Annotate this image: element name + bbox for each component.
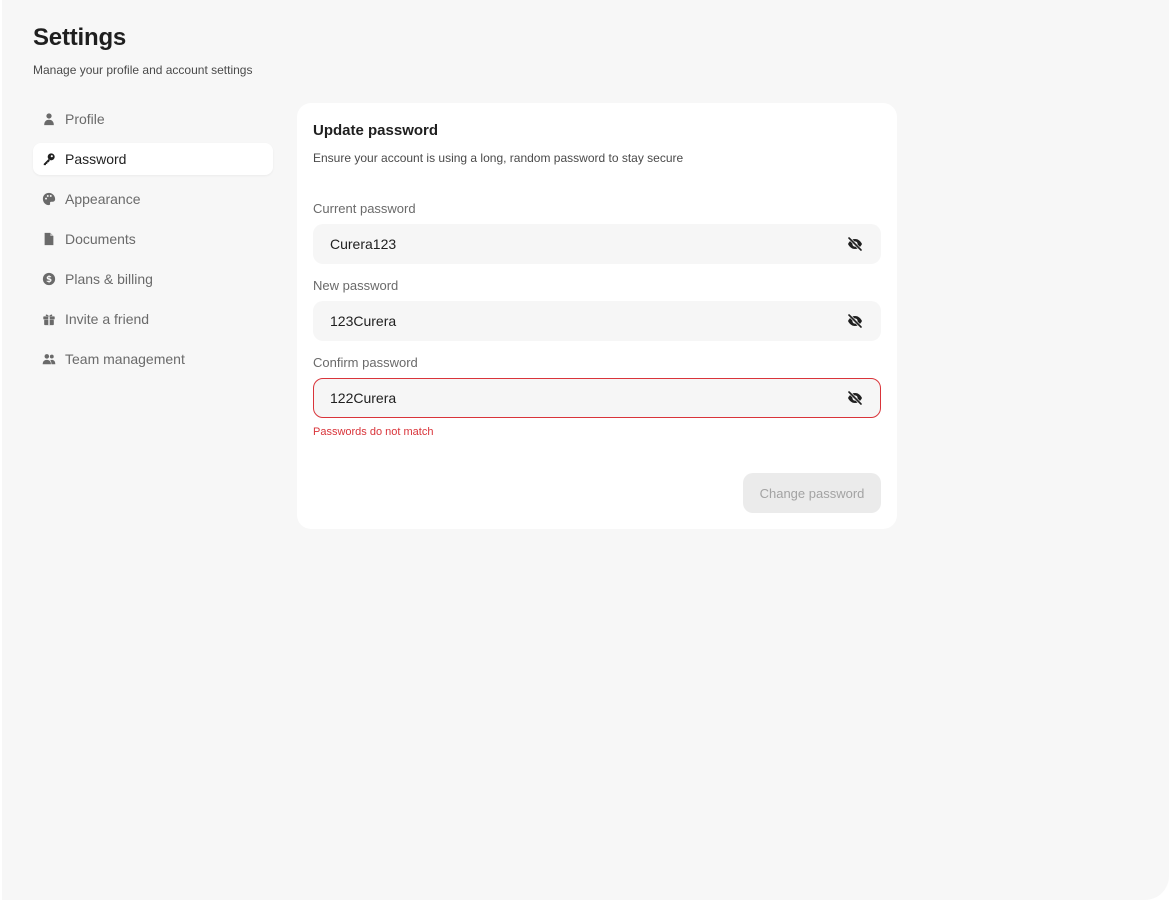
sidebar-item-password[interactable]: Password: [33, 143, 273, 175]
current-password-label: Current password: [313, 201, 416, 216]
sidebar-item-appearance[interactable]: Appearance: [33, 183, 273, 215]
eye-off-icon[interactable]: [846, 389, 864, 407]
sidebar-item-team-management[interactable]: Team management: [33, 343, 273, 375]
svg-text:$: $: [46, 275, 52, 285]
dollar-icon: $: [41, 271, 57, 287]
sidebar-item-label: Appearance: [65, 191, 141, 207]
settings-page: Settings Manage your profile and account…: [2, 0, 1169, 900]
confirm-password-field[interactable]: 122Curera: [313, 378, 881, 418]
eye-off-icon[interactable]: [846, 235, 864, 253]
new-password-label: New password: [313, 278, 399, 293]
current-password-value: Curera123: [330, 236, 397, 252]
eye-off-icon[interactable]: [846, 312, 864, 330]
sidebar-item-label: Documents: [65, 231, 136, 247]
sidebar-item-invite-friend[interactable]: Invite a friend: [33, 303, 273, 335]
page-subtitle: Manage your profile and account settings: [33, 63, 253, 77]
update-password-card: Update password Ensure your account is u…: [297, 103, 897, 529]
page-title: Settings: [33, 24, 127, 51]
sidebar-item-label: Profile: [65, 111, 105, 127]
new-password-value: 123Curera: [330, 313, 397, 329]
sidebar-item-plans-billing[interactable]: $ Plans & billing: [33, 263, 273, 295]
users-icon: [41, 351, 57, 367]
user-icon: [41, 111, 57, 127]
confirm-password-value: 122Curera: [330, 390, 397, 406]
sidebar-item-profile[interactable]: Profile: [33, 103, 273, 135]
change-password-button[interactable]: Change password: [743, 473, 881, 513]
current-password-field[interactable]: Curera123: [313, 224, 881, 264]
document-icon: [41, 231, 57, 247]
key-icon: [41, 151, 57, 167]
sidebar-item-label: Password: [65, 151, 127, 167]
sidebar-item-label: Plans & billing: [65, 271, 153, 287]
password-mismatch-error: Passwords do not match: [313, 426, 434, 438]
new-password-field[interactable]: 123Curera: [313, 301, 881, 341]
palette-icon: [41, 191, 57, 207]
card-title: Update password: [313, 122, 439, 139]
gift-icon: [41, 311, 57, 327]
sidebar-item-documents[interactable]: Documents: [33, 223, 273, 255]
sidebar-item-label: Invite a friend: [65, 311, 150, 327]
settings-sidebar: Profile Password Appearance Documents $ …: [33, 103, 273, 383]
sidebar-item-label: Team management: [65, 351, 185, 367]
confirm-password-label: Confirm password: [313, 355, 418, 370]
card-description: Ensure your account is using a long, ran…: [313, 151, 684, 165]
